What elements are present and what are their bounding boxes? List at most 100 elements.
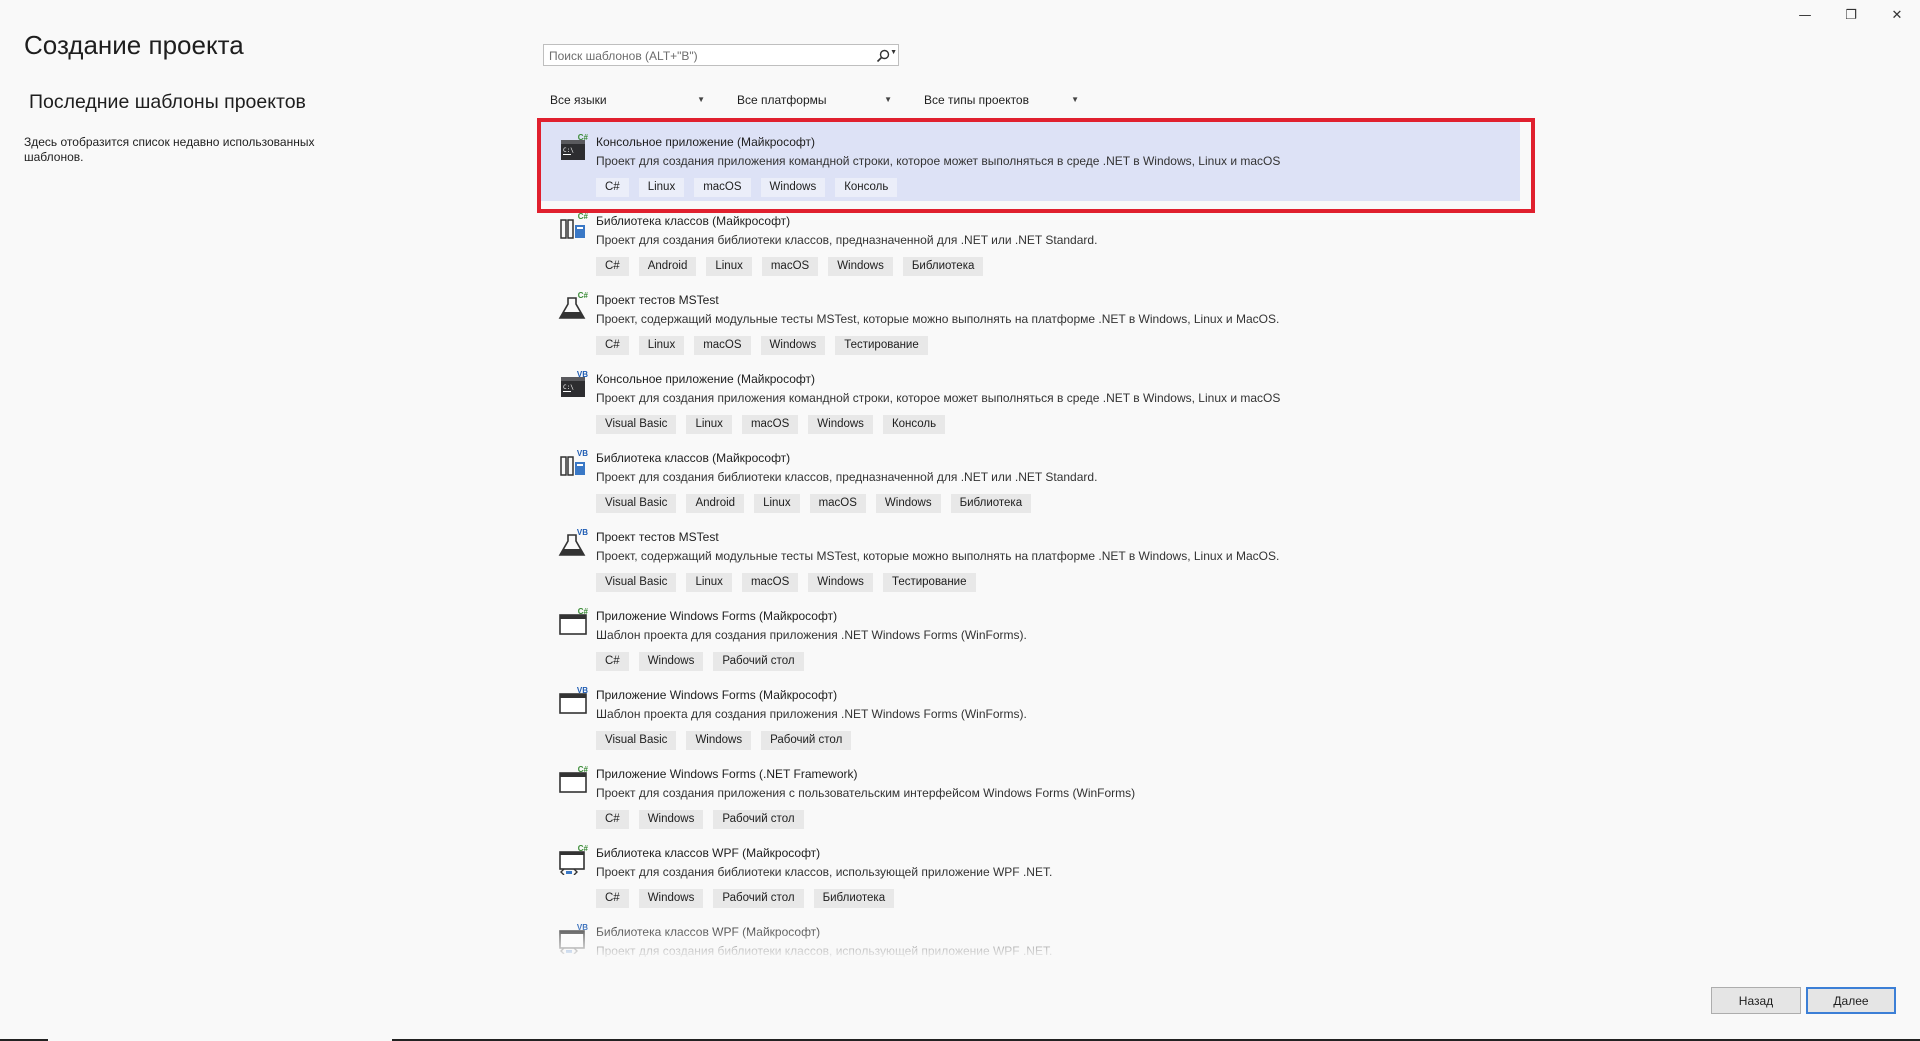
template-item[interactable]: VB Проект тестов MSTest Проект, содержащий… (540, 517, 1520, 596)
template-tag: Android (638, 257, 697, 276)
svg-text:C#: C# (578, 212, 589, 221)
template-name: Приложение Windows Forms (.NET Framework… (596, 767, 858, 781)
svg-text:C#: C# (578, 844, 589, 853)
template-tag: Рабочий стол (761, 731, 852, 750)
template-tag: Linux (706, 257, 752, 276)
template-description: Проект для создания библиотеки классов, … (596, 233, 1098, 247)
svg-text:C:\: C:\ (563, 384, 574, 391)
template-tag: Библиотека (950, 494, 1032, 513)
template-tag: Visual Basic (596, 415, 677, 434)
template-tag: Linux (686, 415, 732, 434)
template-search[interactable]: ▼ (543, 44, 899, 66)
chevron-down-icon: ▼ (1071, 95, 1079, 104)
template-tags: Visual Basic Windows Рабочий стол (596, 731, 861, 750)
template-tag: Тестирование (882, 573, 976, 592)
platform-filter-dropdown[interactable]: Все платформы ▼ (730, 89, 900, 111)
template-item[interactable]: C# Приложение Windows Forms (Майкрософт) Ш… (540, 596, 1520, 675)
template-item[interactable]: C# Проект тестов MSTest Проект, содержащий… (540, 280, 1520, 359)
template-tag: Linux (686, 573, 732, 592)
search-icon[interactable] (876, 49, 890, 63)
test-flask-icon: VB (558, 527, 590, 559)
template-tag: Visual Basic (596, 731, 677, 750)
template-item[interactable]: C# Приложение Windows Forms (.NET Framewo… (540, 754, 1520, 833)
chevron-down-icon: ▼ (697, 95, 705, 104)
template-tag: Windows (828, 257, 893, 276)
template-tag: Windows (760, 178, 826, 197)
template-tag: Тестирование (835, 336, 928, 355)
template-item[interactable]: VB Библиотека классов (Майкрософт) Проект … (540, 438, 1520, 517)
template-tag: Библиотека (902, 257, 984, 276)
template-tags: C# Windows Рабочий стол (596, 810, 814, 829)
template-tags: Visual Basic Linux macOS Windows Консоль (596, 415, 955, 434)
template-tags: C# Linux macOS Windows Тестирование (596, 336, 938, 355)
template-description: Проект для создания библиотеки классов, … (596, 865, 1053, 879)
template-tag: Библиотека (813, 889, 895, 908)
template-tag: Visual Basic (596, 573, 677, 592)
project-type-filter-dropdown[interactable]: Все типы проектов ▼ (917, 89, 1087, 111)
restore-button[interactable]: ❐ (1828, 4, 1874, 26)
template-tag: C# (596, 257, 629, 276)
template-item[interactable]: C:\ VB Консольное приложение (Майкрософт) П… (540, 359, 1520, 438)
svg-text:VB: VB (577, 686, 588, 695)
template-tag: Windows (638, 810, 704, 829)
template-item[interactable]: C# Библиотека классов (Майкрософт) Проект … (540, 201, 1520, 280)
recent-templates-empty-text: Здесь отобразится список недавно использ… (24, 135, 315, 164)
template-tag: Linux (754, 494, 800, 513)
template-description: Проект для создания приложения с пользов… (596, 786, 1136, 800)
window-controls: — ❐ ✕ (1782, 4, 1920, 26)
next-button[interactable]: Далее (1806, 987, 1896, 1014)
template-tags: Visual Basic Linux macOS Windows Тестировани… (596, 573, 986, 592)
minimize-button[interactable]: — (1782, 4, 1828, 26)
template-tag: macOS (809, 494, 866, 513)
console-app-icon: C:\ VB (558, 369, 590, 401)
template-description: Проект для создания приложения командной… (596, 154, 1281, 168)
template-description: Проект, содержащий модульные тесты MSTes… (596, 549, 1280, 563)
template-name: Консольное приложение (Майкрософт) (596, 135, 815, 149)
svg-text:C#: C# (578, 133, 589, 142)
template-name: Библиотека классов (Майкрософт) (596, 214, 791, 228)
template-tags: C# Windows Рабочий стол (596, 652, 814, 671)
template-name: Проект тестов MSTest (596, 530, 719, 544)
template-name: Консольное приложение (Майкрософт) (596, 372, 815, 386)
template-tags: C# Windows Рабочий стол Библиотека (596, 889, 904, 908)
window-form-icon: VB (558, 685, 590, 717)
template-list[interactable]: C:\ C# Консольное приложение (Майкрософт) П… (540, 122, 1520, 957)
window-form-icon: C# (558, 606, 590, 638)
template-item[interactable]: VB Приложение Windows Forms (Майкрософт) Ш… (540, 675, 1520, 754)
template-item[interactable]: C:\ C# Консольное приложение (Майкрософт) П… (540, 122, 1520, 201)
template-tag: Рабочий стол (713, 652, 804, 671)
language-filter-dropdown[interactable]: Все языки ▼ (543, 89, 713, 111)
template-tag: Android (686, 494, 745, 513)
close-button[interactable]: ✕ (1874, 4, 1920, 26)
svg-text:C#: C# (578, 291, 589, 300)
platform-filter-value: Все платформы (737, 93, 827, 107)
template-tag: Windows (686, 731, 752, 750)
template-tag: Windows (808, 573, 873, 592)
svg-text:VB: VB (577, 528, 588, 537)
svg-text:VB: VB (577, 370, 588, 379)
class-library-icon: VB (558, 448, 590, 480)
svg-text:C#: C# (578, 765, 589, 774)
search-options-chevron-icon[interactable]: ▼ (890, 49, 897, 56)
class-library-icon: C# (558, 211, 590, 243)
language-filter-value: Все языки (550, 93, 607, 107)
filter-bar: Все языки ▼ Все платформы ▼ Все типы про… (543, 89, 1104, 111)
template-tag: Windows (875, 494, 941, 513)
template-name: Приложение Windows Forms (Майкрософт) (596, 609, 838, 623)
template-tag: Windows (638, 889, 704, 908)
search-input[interactable] (549, 48, 859, 63)
template-tag: Консоль (835, 178, 898, 197)
template-tag: Linux (638, 178, 685, 197)
back-button[interactable]: Назад (1711, 987, 1801, 1014)
template-description: Проект, содержащий модульные тесты MSTes… (596, 312, 1280, 326)
template-tag: macOS (694, 178, 751, 197)
template-tags: Visual Basic Android Linux macOS Windows Библ… (596, 494, 1041, 513)
svg-text:VB: VB (577, 449, 588, 458)
template-tag: Windows (760, 336, 826, 355)
template-tag: Рабочий стол (713, 810, 804, 829)
template-tag: macOS (694, 336, 751, 355)
svg-text:C:\: C:\ (563, 147, 574, 154)
template-item[interactable]: C# Библиотека классов WPF (Майкрософт) Про… (540, 833, 1520, 912)
template-tag: Рабочий стол (713, 889, 804, 908)
window-form-icon: C# (558, 764, 590, 796)
